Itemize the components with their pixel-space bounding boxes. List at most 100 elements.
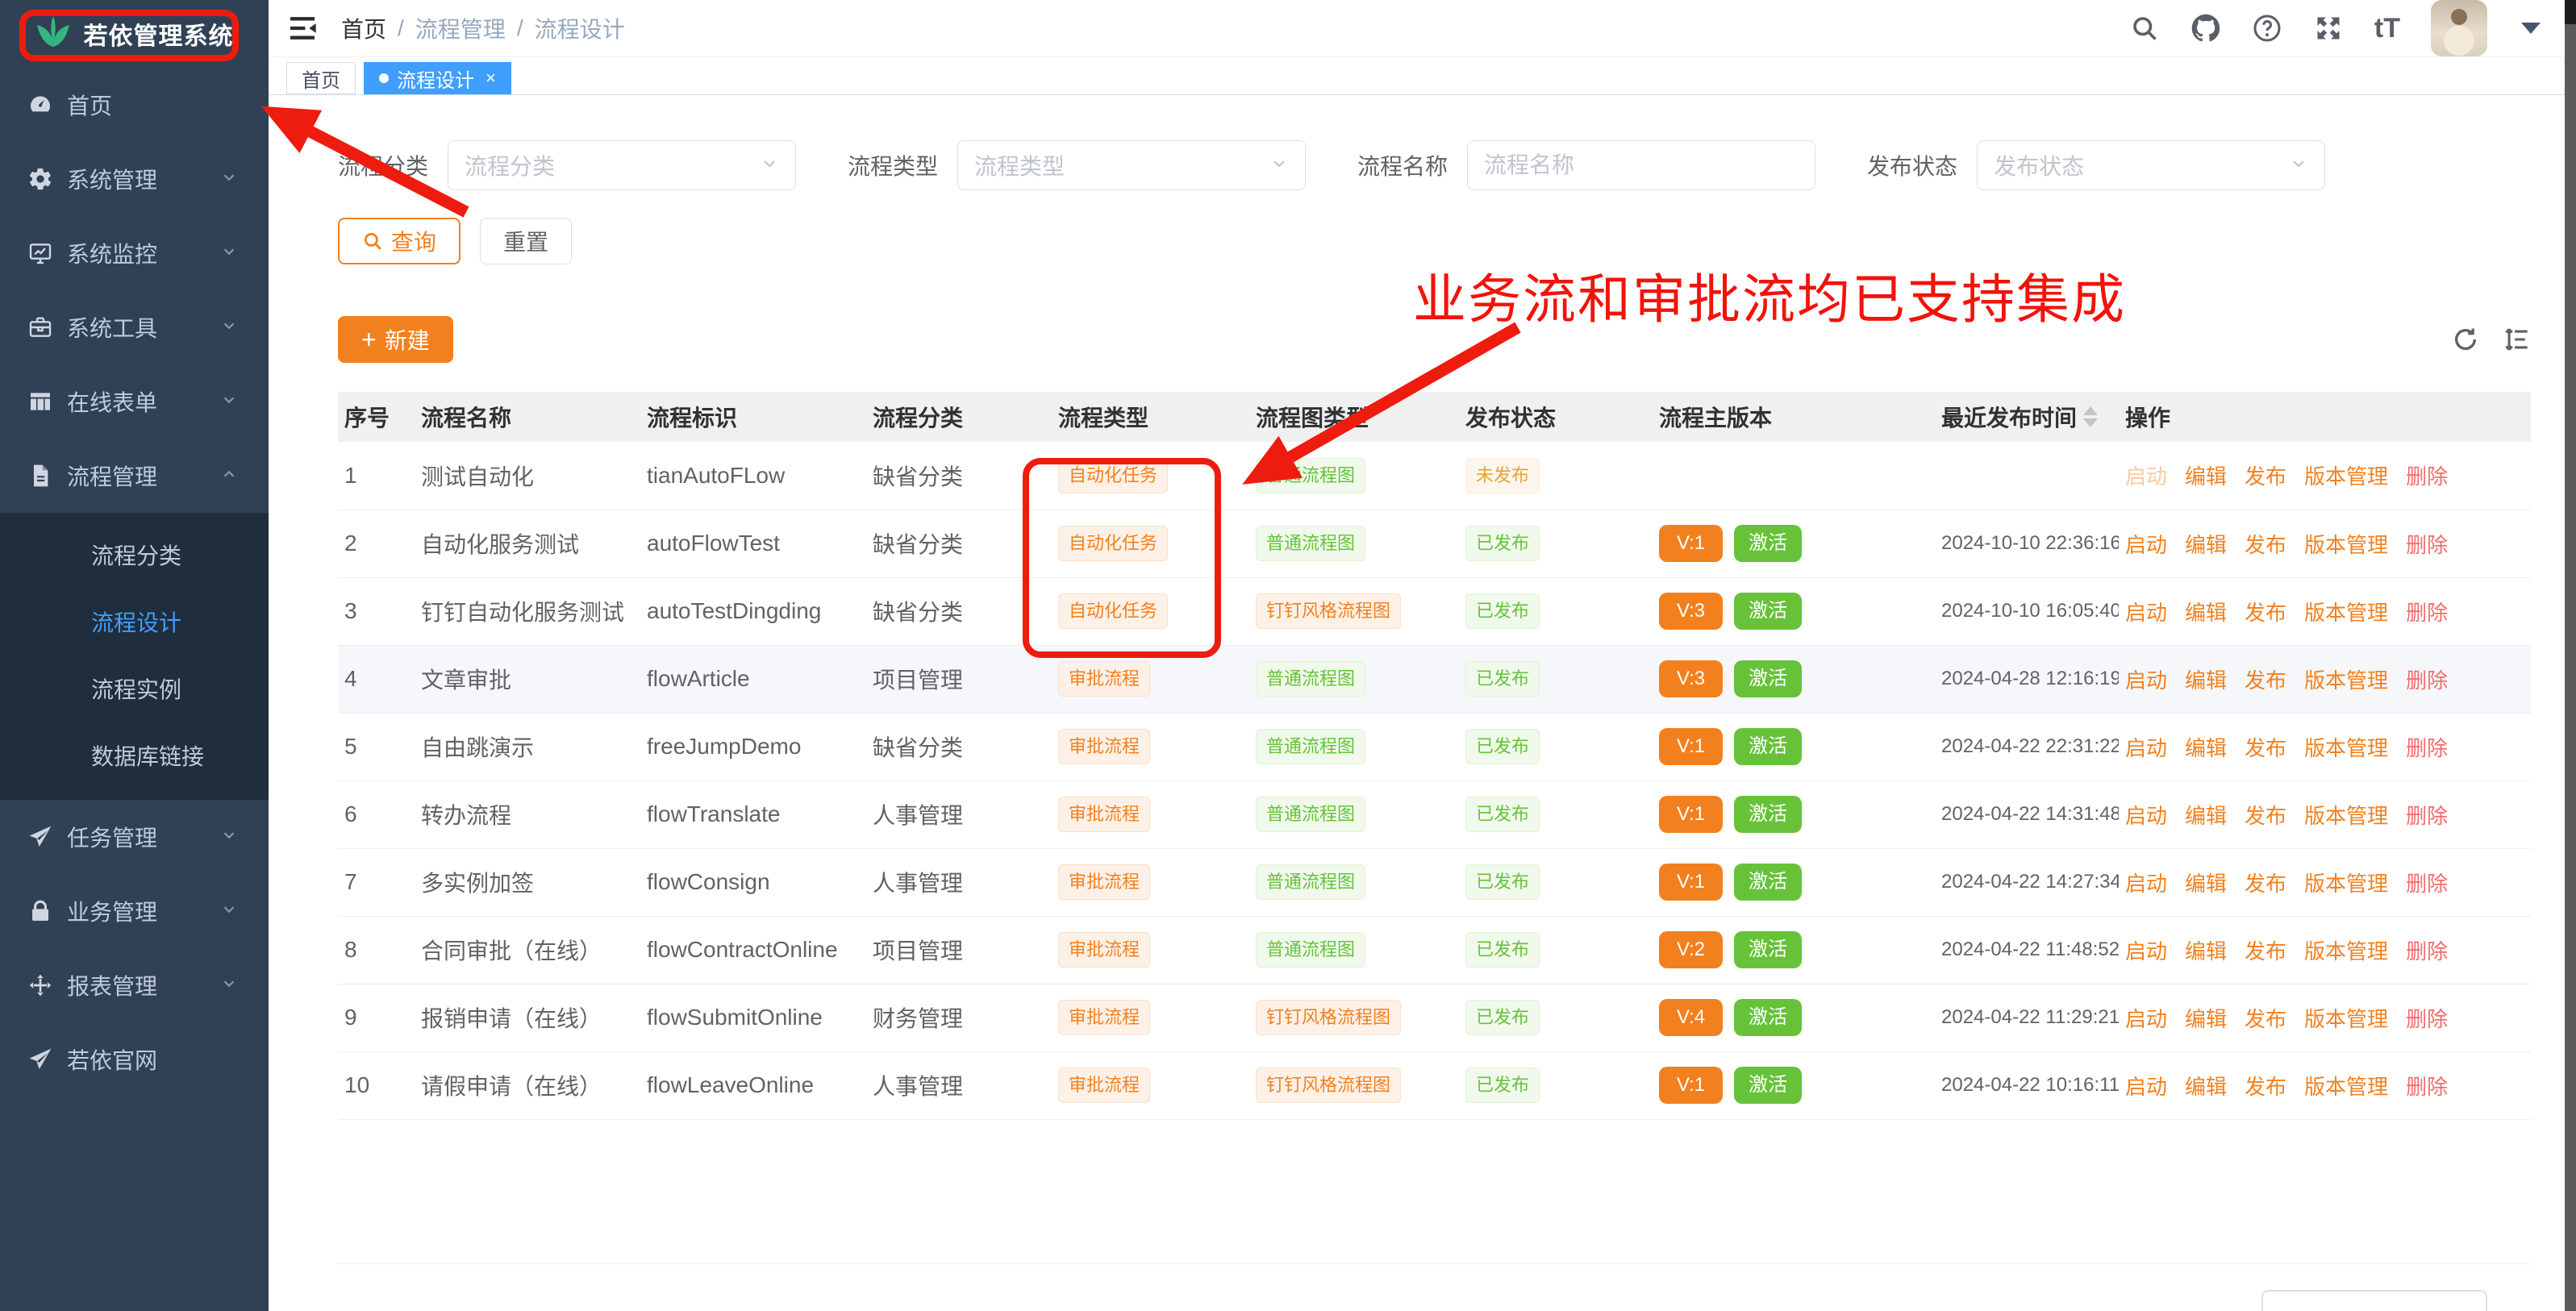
version-badge[interactable]: V:1 bbox=[1659, 1067, 1723, 1104]
action-版本管理[interactable]: 版本管理 bbox=[2304, 460, 2388, 490]
sidebar-item-home[interactable]: 首页 bbox=[0, 68, 269, 142]
version-badge[interactable]: V:1 bbox=[1659, 525, 1723, 562]
active-badge[interactable]: 激活 bbox=[1734, 999, 1802, 1036]
filter-select-0[interactable]: 流程分类 bbox=[448, 140, 796, 190]
action-删除[interactable]: 删除 bbox=[2406, 664, 2448, 694]
sidebar-item-online-forms[interactable]: 在线表单 bbox=[0, 364, 269, 439]
breadcrumb-item[interactable]: 首页 bbox=[341, 12, 386, 44]
action-编辑[interactable]: 编辑 bbox=[2185, 868, 2227, 897]
sidebar-item-task-mgmt[interactable]: 任务管理 bbox=[0, 800, 269, 874]
sidebar-item-report-mgmt[interactable]: 报表管理 bbox=[0, 948, 269, 1022]
fullscreen-icon[interactable] bbox=[2313, 13, 2344, 44]
active-badge[interactable]: 激活 bbox=[1734, 931, 1802, 968]
action-发布[interactable]: 发布 bbox=[2245, 460, 2286, 490]
user-menu-caret-icon[interactable] bbox=[2521, 23, 2541, 34]
active-badge[interactable]: 激活 bbox=[1734, 1067, 1802, 1104]
sort-carets-icon[interactable] bbox=[2083, 406, 2098, 427]
search-icon[interactable] bbox=[2129, 13, 2160, 44]
search-button[interactable]: 查询 bbox=[338, 218, 461, 264]
version-badge[interactable]: V:4 bbox=[1659, 999, 1723, 1036]
action-编辑[interactable]: 编辑 bbox=[2185, 664, 2227, 694]
pagination-select[interactable] bbox=[2261, 1290, 2487, 1311]
filter-text-input[interactable] bbox=[1484, 152, 1799, 178]
breadcrumb-item[interactable]: 流程管理 bbox=[415, 12, 506, 44]
sidebar-item-business-mgmt[interactable]: 业务管理 bbox=[0, 874, 269, 948]
active-badge[interactable]: 激活 bbox=[1734, 660, 1802, 697]
action-启动[interactable]: 启动 bbox=[2125, 800, 2167, 830]
active-badge[interactable]: 激活 bbox=[1734, 864, 1802, 901]
action-版本管理[interactable]: 版本管理 bbox=[2304, 935, 2388, 965]
action-编辑[interactable]: 编辑 bbox=[2185, 529, 2227, 559]
app-logo[interactable]: 若依管理系统 bbox=[0, 0, 269, 68]
active-badge[interactable]: 激活 bbox=[1734, 525, 1802, 562]
version-badge[interactable]: V:2 bbox=[1659, 931, 1723, 968]
breadcrumb-item[interactable]: 流程设计 bbox=[535, 12, 625, 44]
action-版本管理[interactable]: 版本管理 bbox=[2304, 868, 2388, 897]
action-版本管理[interactable]: 版本管理 bbox=[2304, 529, 2388, 559]
help-icon[interactable] bbox=[2252, 13, 2282, 44]
action-启动[interactable]: 启动 bbox=[2125, 1003, 2167, 1033]
sidebar-item-process-mgmt[interactable]: 流程管理 bbox=[0, 439, 269, 513]
active-badge[interactable]: 激活 bbox=[1734, 728, 1802, 765]
action-删除[interactable]: 删除 bbox=[2406, 868, 2448, 897]
window-scrollbar[interactable] bbox=[2565, 0, 2576, 1311]
action-版本管理[interactable]: 版本管理 bbox=[2304, 1003, 2388, 1033]
sidebar-item-process-category[interactable]: 流程分类 bbox=[0, 522, 269, 589]
github-icon[interactable] bbox=[2190, 13, 2221, 44]
action-发布[interactable]: 发布 bbox=[2245, 597, 2286, 626]
tab-首页[interactable]: 首页 bbox=[286, 62, 356, 94]
action-启动[interactable]: 启动 bbox=[2125, 1071, 2167, 1101]
action-版本管理[interactable]: 版本管理 bbox=[2304, 664, 2388, 694]
version-badge[interactable]: V:3 bbox=[1659, 593, 1723, 630]
action-版本管理[interactable]: 版本管理 bbox=[2304, 597, 2388, 626]
action-编辑[interactable]: 编辑 bbox=[2185, 1003, 2227, 1033]
column-settings-icon[interactable] bbox=[2503, 326, 2531, 353]
refresh-icon[interactable] bbox=[2452, 326, 2479, 353]
action-编辑[interactable]: 编辑 bbox=[2185, 800, 2227, 830]
tab-close-icon[interactable]: × bbox=[486, 68, 496, 89]
action-编辑[interactable]: 编辑 bbox=[2185, 460, 2227, 490]
action-发布[interactable]: 发布 bbox=[2245, 732, 2286, 762]
action-发布[interactable]: 发布 bbox=[2245, 935, 2286, 965]
active-badge[interactable]: 激活 bbox=[1734, 593, 1802, 630]
sidebar-item-system-tools[interactable]: 系统工具 bbox=[0, 290, 269, 364]
action-删除[interactable]: 删除 bbox=[2406, 597, 2448, 626]
action-发布[interactable]: 发布 bbox=[2245, 1071, 2286, 1101]
action-启动[interactable]: 启动 bbox=[2125, 732, 2167, 762]
sidebar-item-system-admin[interactable]: 系统管理 bbox=[0, 142, 269, 216]
action-删除[interactable]: 删除 bbox=[2406, 1003, 2448, 1033]
font-size-icon[interactable]: tT bbox=[2374, 13, 2400, 44]
user-avatar[interactable] bbox=[2431, 0, 2487, 56]
filter-select-1[interactable]: 流程类型 bbox=[957, 140, 1306, 190]
action-删除[interactable]: 删除 bbox=[2406, 732, 2448, 762]
sidebar-item-process-design[interactable]: 流程设计 bbox=[0, 589, 269, 656]
action-删除[interactable]: 删除 bbox=[2406, 935, 2448, 965]
action-发布[interactable]: 发布 bbox=[2245, 800, 2286, 830]
sidebar-item-ruoyi-site[interactable]: 若依官网 bbox=[0, 1022, 269, 1097]
action-启动[interactable]: 启动 bbox=[2125, 868, 2167, 897]
sidebar-item-db-link[interactable]: 数据库链接 bbox=[0, 723, 269, 790]
action-编辑[interactable]: 编辑 bbox=[2185, 935, 2227, 965]
action-编辑[interactable]: 编辑 bbox=[2185, 732, 2227, 762]
action-编辑[interactable]: 编辑 bbox=[2185, 597, 2227, 626]
action-启动[interactable]: 启动 bbox=[2125, 664, 2167, 694]
action-删除[interactable]: 删除 bbox=[2406, 529, 2448, 559]
reset-button[interactable]: 重置 bbox=[480, 218, 572, 264]
filter-select-3[interactable]: 发布状态 bbox=[1977, 140, 2325, 190]
sort-desc-icon[interactable] bbox=[2083, 418, 2098, 427]
sidebar-item-process-instance[interactable]: 流程实例 bbox=[0, 656, 269, 723]
action-启动[interactable]: 启动 bbox=[2125, 460, 2167, 490]
action-发布[interactable]: 发布 bbox=[2245, 529, 2286, 559]
action-版本管理[interactable]: 版本管理 bbox=[2304, 1071, 2388, 1101]
create-button[interactable]: + 新建 bbox=[338, 316, 453, 363]
action-删除[interactable]: 删除 bbox=[2406, 460, 2448, 490]
action-删除[interactable]: 删除 bbox=[2406, 1071, 2448, 1101]
sidebar-collapse-icon[interactable] bbox=[286, 12, 319, 44]
sortable-header[interactable]: 最近发布时间 bbox=[1941, 401, 2098, 433]
action-发布[interactable]: 发布 bbox=[2245, 664, 2286, 694]
action-启动[interactable]: 启动 bbox=[2125, 935, 2167, 965]
sort-asc-icon[interactable] bbox=[2083, 406, 2098, 415]
action-启动[interactable]: 启动 bbox=[2125, 529, 2167, 559]
version-badge[interactable]: V:1 bbox=[1659, 728, 1723, 765]
tab-流程设计[interactable]: 流程设计× bbox=[364, 62, 511, 94]
